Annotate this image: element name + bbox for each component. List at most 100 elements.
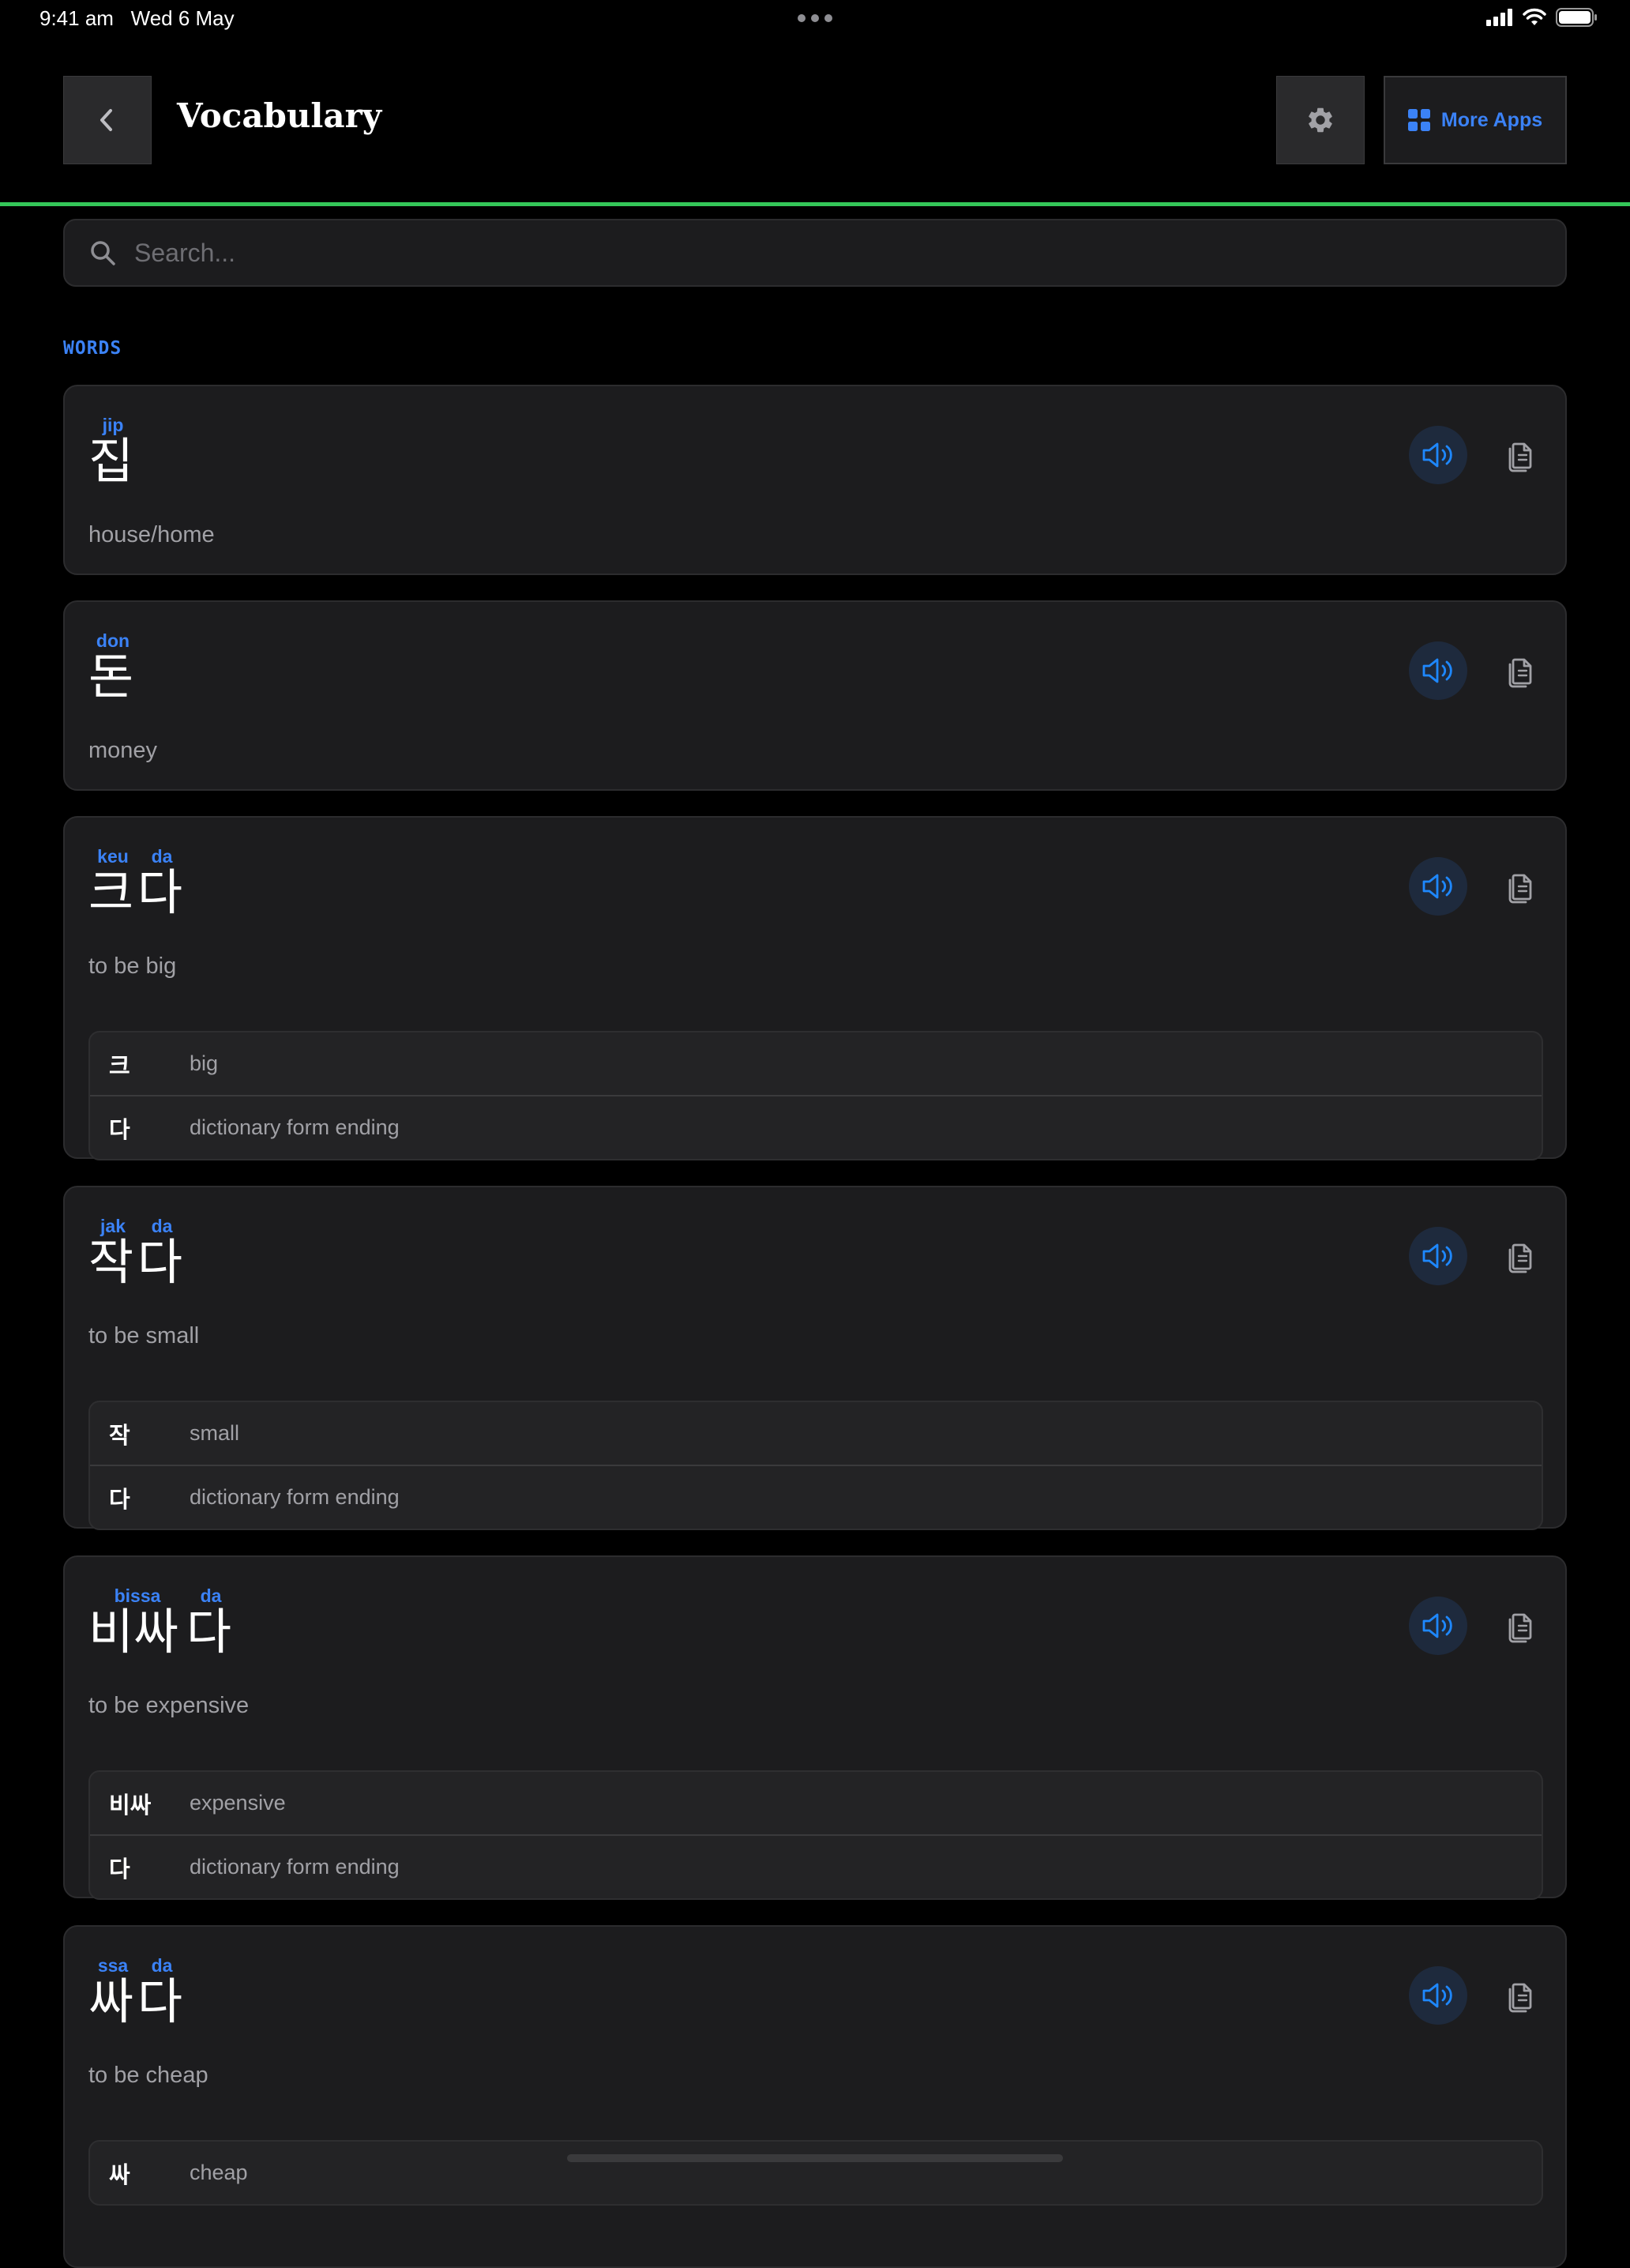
search-bar[interactable] <box>63 219 1567 287</box>
breakdown-part: 작 <box>109 1421 130 1449</box>
breakdown-meaning: big <box>190 1051 219 1075</box>
page-title: Vocabulary <box>177 96 382 135</box>
back-button[interactable] <box>63 76 152 164</box>
progress-line <box>0 202 1630 206</box>
word-breakdown: 작 small 다 dictionary form ending <box>88 1401 1543 1530</box>
speaker-icon <box>1422 658 1452 683</box>
speak-button[interactable] <box>1409 857 1467 916</box>
copy-button[interactable] <box>1491 426 1549 484</box>
more-apps-label: More Apps <box>1440 108 1543 131</box>
search-input[interactable] <box>133 237 1478 269</box>
hangul-syllable: 작 <box>88 1233 134 1291</box>
speak-button[interactable] <box>1409 1966 1467 2025</box>
status-date: Wed 6 May <box>130 6 235 30</box>
hangul-word: 집 <box>88 437 137 486</box>
speak-button[interactable] <box>1409 641 1467 700</box>
hangul-word: 비싸 다 <box>88 1608 235 1657</box>
status-clock: 9:41 am <box>39 6 114 30</box>
hangul-word: 싸다 <box>88 1977 186 2026</box>
search-icon <box>91 241 115 265</box>
word-meaning: house/home <box>88 522 215 547</box>
hangul-syllable: 싸 <box>88 1973 134 2030</box>
breakdown-row: 작 small <box>90 1402 1542 1465</box>
breakdown-part: 다 <box>109 1485 130 1513</box>
breakdown-meaning: cheap <box>190 2161 248 2184</box>
gear-icon <box>1309 107 1332 133</box>
hangul-syllable: 비싸 <box>88 1603 179 1661</box>
breakdown-part: 싸 <box>109 2161 130 2188</box>
hangul-syllable: 다 <box>186 1603 232 1661</box>
breakdown-row: 크 big <box>90 1032 1542 1095</box>
word-breakdown: 싸 cheap <box>88 2140 1543 2206</box>
speaker-icon <box>1422 1243 1452 1269</box>
word-meaning: to be expensive <box>88 1693 250 1718</box>
signal-icon <box>1486 9 1512 26</box>
breakdown-meaning: dictionary form ending <box>190 1485 400 1509</box>
speaker-icon <box>1422 1613 1452 1638</box>
breakdown-meaning: expensive <box>190 1791 286 1815</box>
copy-button[interactable] <box>1491 1597 1549 1655</box>
hangul-word: 크다 <box>88 868 186 917</box>
breakdown-row: 비싸 expensive <box>90 1772 1542 1834</box>
hangul-syllable: 돈 <box>88 648 134 705</box>
copy-button[interactable] <box>1491 641 1549 700</box>
copy-button[interactable] <box>1491 1966 1549 2025</box>
word-breakdown: 크 big 다 dictionary form ending <box>88 1031 1543 1160</box>
section-label: WORDS <box>63 338 122 359</box>
settings-button[interactable] <box>1276 76 1365 164</box>
word-meaning: to be cheap <box>88 2063 208 2088</box>
breakdown-part: 다 <box>109 1855 130 1882</box>
word-card[interactable]: jip 집 house/home <box>63 385 1567 575</box>
breakdown-part: 비싸 <box>109 1791 152 1819</box>
breakdown-row: 다 dictionary form ending <box>90 1834 1542 1898</box>
copy-icon <box>1508 442 1532 472</box>
word-meaning: money <box>88 738 158 763</box>
word-card[interactable]: don 돈 money <box>63 600 1567 791</box>
copy-icon <box>1508 874 1532 904</box>
status-bar: 9:41 am Wed 6 May <box>0 0 1630 38</box>
breakdown-part: 다 <box>109 1115 130 1143</box>
breakdown-meaning: small <box>190 1421 240 1445</box>
hangul-word: 돈 <box>88 653 137 701</box>
word-card[interactable]: bissa da 비싸 다 to be expensive 비싸 expensive 다 dic… <box>63 1555 1567 1900</box>
word-card[interactable]: keu da 크 다 to be big 크 big 다 dictionary form end… <box>63 816 1567 1160</box>
word-card[interactable]: ssa da 싸 다 to be cheap 싸 cheap <box>63 1925 1567 2268</box>
speaker-icon <box>1422 442 1452 468</box>
hangul-syllable: 다 <box>137 1973 183 2030</box>
hangul-syllable: 다 <box>137 1233 183 1291</box>
more-apps-button[interactable]: More Apps <box>1384 76 1567 164</box>
breakdown-part: 크 <box>109 1051 130 1079</box>
speaker-icon <box>1422 874 1452 899</box>
copy-button[interactable] <box>1491 1227 1549 1285</box>
multitasking-dots-icon[interactable] <box>798 14 832 22</box>
battery-icon <box>1556 8 1597 27</box>
grid-icon <box>1407 109 1430 131</box>
status-time: 9:41 am Wed 6 May <box>39 6 235 31</box>
word-meaning: to be small <box>88 1323 200 1348</box>
breakdown-meaning: dictionary form ending <box>190 1115 400 1139</box>
word-meaning: to be big <box>88 953 177 979</box>
copy-icon <box>1508 1243 1532 1273</box>
wifi-icon <box>1523 8 1546 25</box>
hangul-syllable: 크 <box>88 863 134 921</box>
copy-icon <box>1508 658 1532 688</box>
hangul-word: 작다 <box>88 1238 186 1287</box>
speak-button[interactable] <box>1409 1597 1467 1655</box>
breakdown-row: 싸 cheap <box>90 2142 1542 2204</box>
speaker-icon <box>1422 1983 1452 2008</box>
speak-button[interactable] <box>1409 426 1467 484</box>
copy-icon <box>1508 1613 1532 1643</box>
copy-icon <box>1508 1983 1532 2013</box>
breakdown-meaning: dictionary form ending <box>190 1855 400 1879</box>
status-indicators <box>1486 8 1598 27</box>
word-breakdown: 비싸 expensive 다 dictionary form ending <box>88 1770 1543 1900</box>
breakdown-row: 다 dictionary form ending <box>90 1095 1542 1159</box>
hangul-syllable: 집 <box>88 432 134 490</box>
header: Vocabulary More Apps <box>0 76 1630 164</box>
copy-button[interactable] <box>1491 857 1549 916</box>
home-indicator[interactable] <box>567 2154 1063 2162</box>
speak-button[interactable] <box>1409 1227 1467 1285</box>
word-card[interactable]: jak da 작 다 to be small 작 small 다 dictionary form… <box>63 1186 1567 1530</box>
chevron-left-icon <box>100 109 112 131</box>
hangul-syllable: 다 <box>137 863 183 921</box>
